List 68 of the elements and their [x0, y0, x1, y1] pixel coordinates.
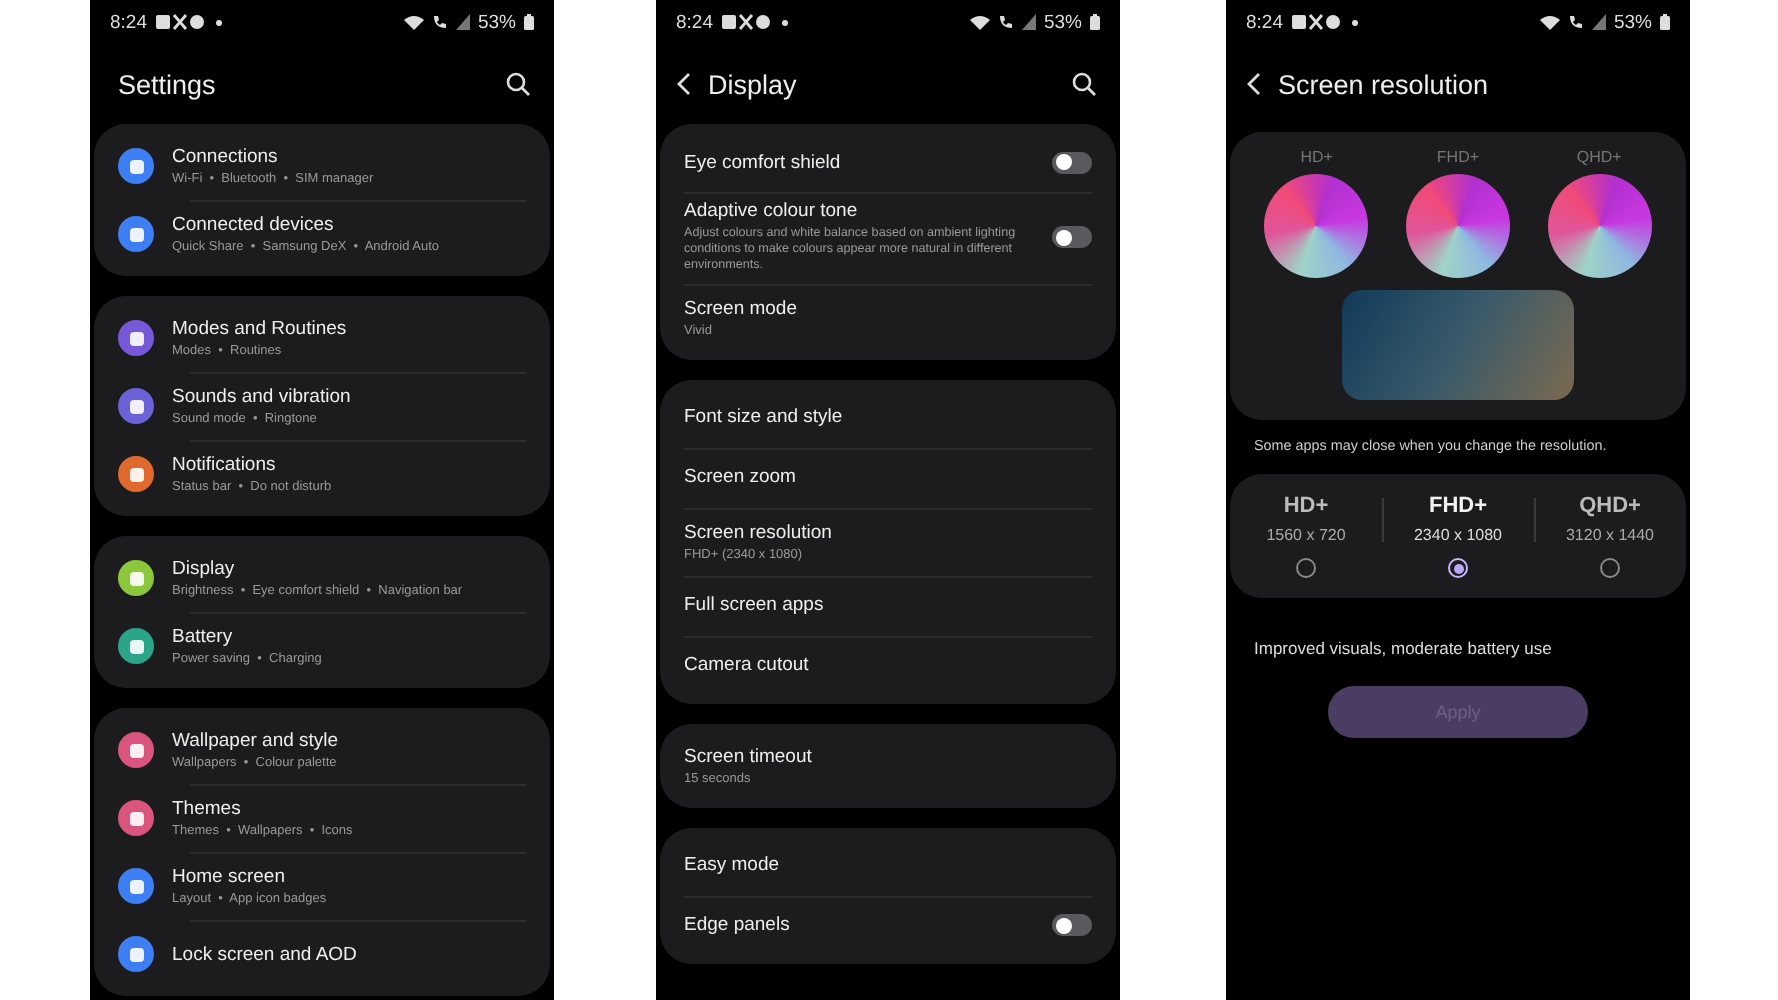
settings-item[interactable]: Lock screen and AOD — [94, 920, 550, 988]
item-title: Wallpaper and style — [172, 730, 341, 752]
item-title: Full screen apps — [684, 594, 826, 617]
toggle-switch[interactable] — [1052, 914, 1092, 937]
dot-icon — [781, 19, 787, 25]
toggle-switch[interactable] — [1052, 151, 1092, 173]
dot-icon — [215, 19, 221, 25]
dot-icon — [1351, 19, 1357, 25]
resolution-option[interactable]: HD+ 1560 x 720 — [1230, 494, 1382, 578]
preview-label: FHD+ — [1436, 148, 1480, 166]
item-title: Screen mode — [684, 297, 800, 320]
resolution-option[interactable]: FHD+ 2340 x 1080 — [1382, 494, 1534, 578]
item-title: Font size and style — [684, 406, 845, 429]
preview-label: HD+ — [1300, 148, 1333, 166]
settings-item[interactable]: Eye comfort shield — [660, 132, 1116, 192]
item-title: Screen resolution — [684, 521, 834, 544]
item-title: Screen timeout — [684, 745, 814, 768]
back-button[interactable] — [676, 72, 692, 96]
search-icon[interactable] — [1072, 72, 1096, 96]
wifi-icon — [1539, 14, 1560, 30]
settings-item[interactable]: Camera cutout — [660, 635, 1116, 696]
item-title: Sounds and vibration — [172, 386, 353, 408]
back-button[interactable] — [1246, 72, 1262, 96]
item-title: Easy mode — [684, 854, 782, 877]
battery-percent: 53% — [1613, 11, 1652, 33]
screen-title: Display — [708, 69, 799, 99]
signal-icon — [1591, 14, 1606, 30]
wifi-icon — [403, 14, 424, 30]
resolution-option[interactable]: QHD+ 3120 x 1440 — [1534, 494, 1686, 578]
preview-label: QHD+ — [1576, 148, 1622, 166]
settings-item[interactable]: Full screen apps — [660, 575, 1116, 636]
status-time: 8:24 — [1246, 11, 1283, 33]
item-title: Connected devices — [172, 214, 336, 236]
settings-item[interactable]: Screen zoom — [660, 447, 1116, 508]
battery-icon — [524, 14, 534, 30]
toggle-switch[interactable] — [1052, 226, 1092, 249]
item-title: Modes and Routines — [172, 318, 349, 340]
item-title: Connections — [172, 146, 280, 168]
battery-icon — [1090, 14, 1100, 30]
call-icon — [1567, 14, 1584, 30]
battery-percent: 53% — [1043, 11, 1082, 33]
status-time: 8:24 — [676, 11, 713, 33]
item-title: Lock screen and AOD — [172, 943, 359, 965]
item-title: Notifications — [172, 454, 278, 476]
item-title: Eye comfort shield — [684, 151, 843, 173]
status-time: 8:24 — [110, 11, 147, 33]
signal-icon — [455, 14, 470, 30]
item-title: Display — [172, 558, 237, 580]
settings-item[interactable]: Edge panels — [660, 895, 1116, 956]
battery-icon — [1660, 14, 1670, 30]
item-title: Home screen — [172, 866, 287, 888]
wifi-icon — [969, 14, 990, 30]
item-title: Camera cutout — [684, 654, 811, 677]
call-icon — [997, 14, 1014, 30]
item-title: Themes — [172, 798, 243, 820]
battery-percent: 53% — [477, 11, 516, 33]
call-icon — [431, 14, 448, 30]
settings-item[interactable]: Easy mode — [660, 835, 1116, 896]
item-title: Battery — [172, 626, 235, 648]
screen-title: Screen resolution — [1278, 69, 1491, 99]
signal-icon — [1021, 14, 1036, 30]
item-title: Edge panels — [684, 914, 792, 937]
search-icon[interactable] — [506, 72, 530, 96]
item-title: Screen zoom — [684, 466, 798, 489]
item-title: Adaptive colour tone — [684, 200, 860, 222]
settings-item[interactable]: Font size and style — [660, 387, 1116, 448]
resolution-description: Improved visuals, moderate battery use — [1252, 636, 1554, 662]
screen-title: Settings — [116, 69, 218, 99]
